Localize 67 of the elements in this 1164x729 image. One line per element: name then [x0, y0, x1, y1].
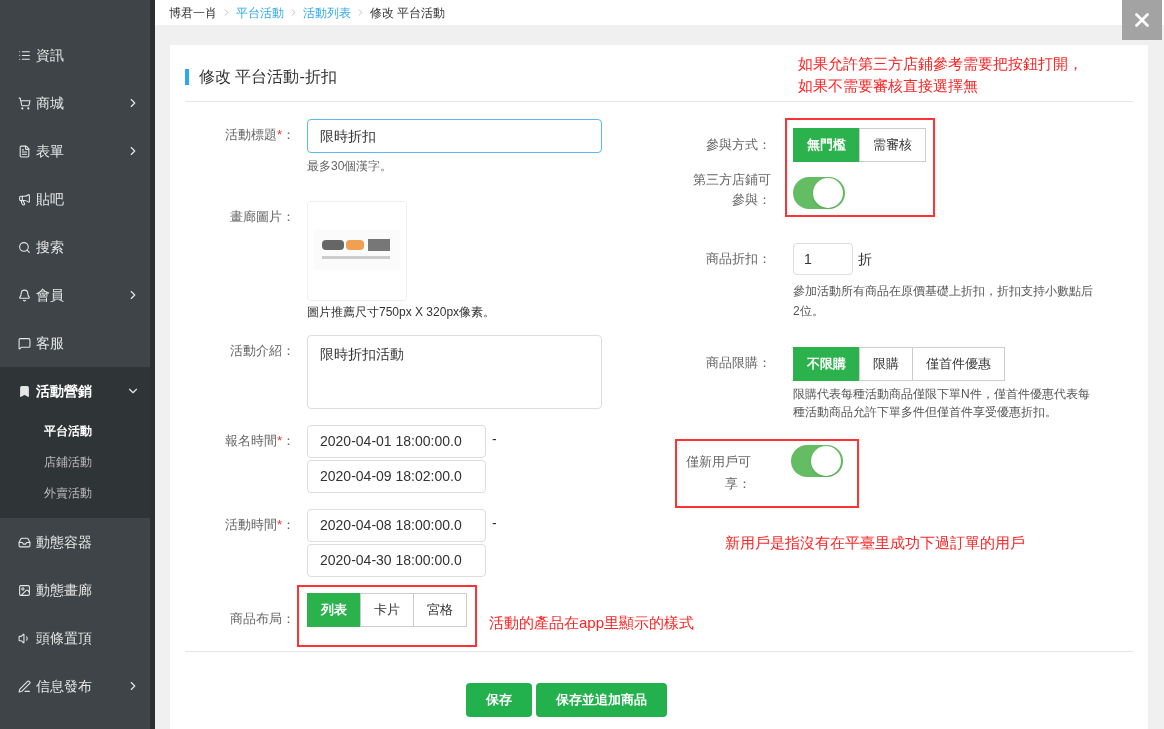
- field-label: 活動介紹：: [230, 343, 295, 358]
- option-button[interactable]: 僅首件優惠: [912, 347, 1005, 381]
- date-field[interactable]: 2020-04-08 18:00:00.0: [307, 509, 486, 542]
- sidebar-item[interactable]: 活動營銷: [0, 367, 150, 415]
- sidebar-item[interactable]: 客服: [0, 319, 150, 367]
- discount-input[interactable]: 1: [793, 243, 853, 275]
- inbox-icon: [18, 535, 31, 549]
- field-label: 僅新用戶可享：: [686, 454, 751, 491]
- breadcrumb-item: 博君一肖: [169, 4, 217, 22]
- sidebar-subitem[interactable]: 店鋪活動: [0, 446, 150, 477]
- sidebar-item[interactable]: 商城: [0, 79, 150, 127]
- option-button[interactable]: 卡片: [360, 593, 414, 627]
- field-label: 報名時間*：: [224, 433, 295, 448]
- field-label: 參與方式：: [706, 136, 771, 155]
- field-label: 活動標題*：: [224, 127, 295, 142]
- sidebar-subitem[interactable]: 外賣活動: [0, 477, 150, 508]
- list-icon: [18, 48, 31, 62]
- title-input[interactable]: 限時折扣: [307, 119, 602, 153]
- option-button[interactable]: 限購: [859, 347, 913, 381]
- date-field[interactable]: 2020-04-09 18:02:00.0: [307, 460, 486, 493]
- sidebar-item[interactable]: 搜索: [0, 223, 150, 271]
- annotation-text: 如果允許第三方店鋪參考需要把按鈕打開，: [798, 54, 1083, 74]
- annotation-text: 活動的產品在app里顯示的樣式: [489, 612, 695, 633]
- date-field[interactable]: 2020-04-01 18:00:00.0: [307, 425, 486, 458]
- megaphone-icon: [18, 192, 31, 206]
- annotation-text: 如果不需要審核直接選擇無: [798, 76, 979, 96]
- close-button[interactable]: [1122, 0, 1162, 40]
- field-label: 商品折扣：: [706, 251, 771, 266]
- field-hint: 限購代表每種活動商品僅限下單N件，僅首件優惠代表每種活動商品允許下單多件但僅首件享受優惠折扣。: [793, 386, 1091, 421]
- field-hint: 圖片推薦尺寸750px X 320px像素。: [307, 304, 496, 321]
- unit-label: 折: [858, 249, 872, 269]
- intro-textarea[interactable]: 限時折扣活動: [307, 335, 602, 409]
- image-icon: [18, 583, 31, 597]
- field-label: 畫廊圖片：: [230, 209, 295, 224]
- sidebar-item[interactable]: 貼吧: [0, 175, 150, 223]
- range-separator: -: [492, 514, 497, 533]
- sidebar-item[interactable]: 資訊: [0, 31, 150, 79]
- sidebar-subitem[interactable]: 平台活動: [0, 415, 150, 446]
- option-button[interactable]: 宮格: [413, 593, 467, 627]
- speaker-icon: [18, 631, 31, 645]
- bookmark-icon: [18, 384, 31, 398]
- field-label: 商品布局：: [230, 611, 295, 626]
- breadcrumb-item: 修改 平台活動: [370, 4, 446, 22]
- sidebar-item[interactable]: 頭條置頂: [0, 614, 150, 662]
- sidebar-item[interactable]: 會員: [0, 271, 150, 319]
- field-label: 商品限購：: [706, 355, 771, 370]
- sidebar-item[interactable]: 信息發布: [0, 662, 150, 710]
- field-hint: 參加活動所有商品在原價基礎上折扣，折扣支持小數點后2位。: [793, 283, 1093, 320]
- bell-icon: [18, 288, 31, 302]
- sidebar-item[interactable]: 動態畫廊: [0, 566, 150, 614]
- field-hint: 最多30個漢字。: [307, 158, 394, 175]
- chat-icon: [18, 336, 31, 350]
- range-separator: -: [492, 430, 497, 449]
- field-label: 活動時間*：: [224, 517, 295, 532]
- sidebar-item[interactable]: 表單: [0, 127, 150, 175]
- form-icon: [18, 144, 31, 158]
- option-button[interactable]: 需審核: [859, 128, 926, 162]
- sidebar-item[interactable]: 動態容器: [0, 518, 150, 566]
- search-icon: [18, 240, 31, 254]
- pen-icon: [18, 679, 31, 693]
- cart-icon: [18, 96, 31, 110]
- toggle-switch[interactable]: [791, 445, 843, 477]
- date-field[interactable]: 2020-04-30 18:00:00.0: [307, 544, 486, 577]
- toggle-switch[interactable]: [793, 177, 845, 209]
- form-title: 修改 平台活動-折扣: [199, 67, 337, 87]
- field-label: 第三方店鋪可參與：: [693, 172, 771, 207]
- annotation-text: 新用戶是指沒有在平臺里成功下過訂單的用戶: [725, 533, 1026, 553]
